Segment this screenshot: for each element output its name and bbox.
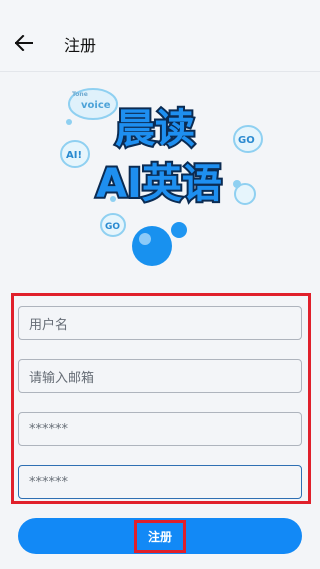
logo-bubble-go: GO	[238, 135, 255, 146]
app-bar: 注册	[0, 0, 320, 72]
app-logo: Tone voice AI! GO GO 晨读 AI英语	[55, 84, 265, 274]
logo-bubble-voice: voice	[81, 100, 111, 111]
logo-bubble-go-small: GO	[105, 222, 120, 232]
logo-bubble-tone: Tone	[72, 91, 88, 98]
password-value: ******	[29, 421, 68, 437]
register-button-label[interactable]: 注册	[134, 520, 186, 553]
email-placeholder: 请输入邮箱	[29, 370, 95, 386]
logo-line1: 晨读	[115, 106, 195, 152]
arrow-left-icon	[15, 35, 33, 51]
logo-bubble-ai: AI!	[66, 150, 82, 161]
page-title: 注册	[64, 36, 97, 55]
email-field[interactable]: 请输入邮箱	[18, 359, 302, 393]
back-button[interactable]	[8, 27, 40, 59]
logo-line2: AI英语	[96, 161, 222, 207]
confirm-password-field[interactable]: ******	[18, 465, 302, 499]
username-field[interactable]: 用户名	[18, 306, 302, 340]
password-field[interactable]: ******	[18, 412, 302, 446]
confirm-password-value: ******	[29, 474, 68, 490]
username-placeholder: 用户名	[29, 317, 69, 333]
